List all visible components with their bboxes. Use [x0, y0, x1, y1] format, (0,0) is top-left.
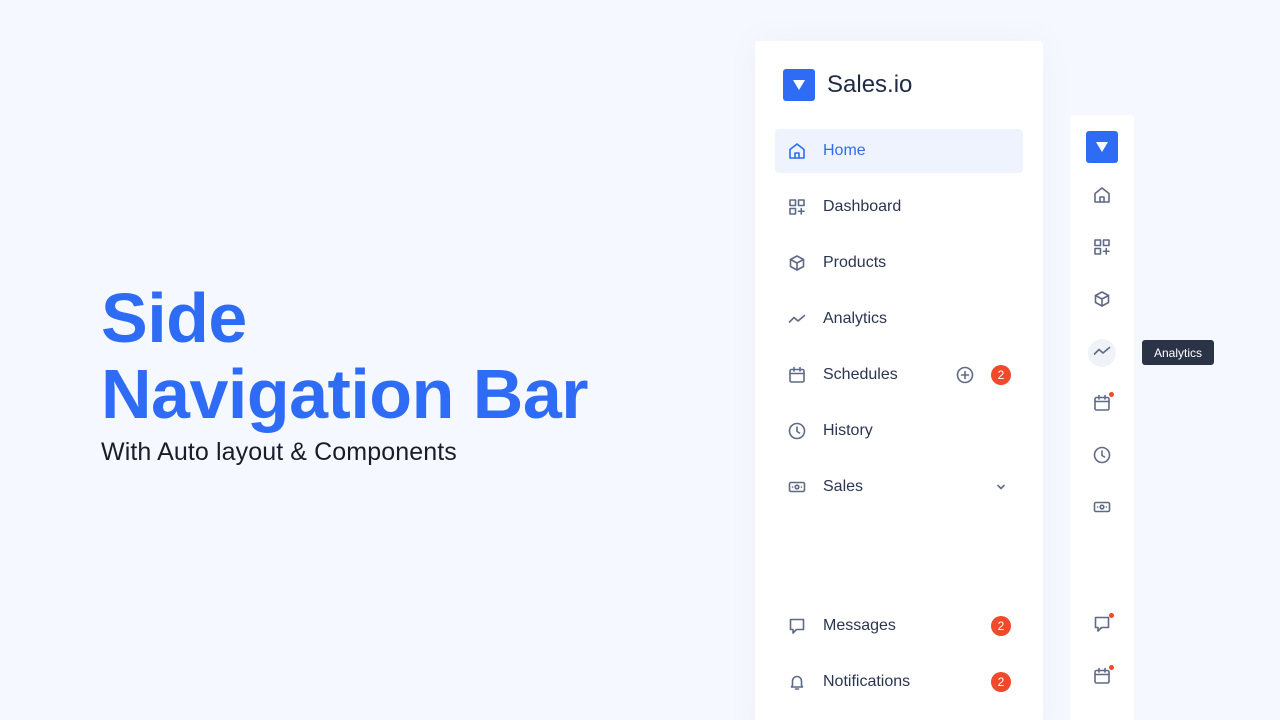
home-icon — [787, 141, 807, 161]
mini-item-dashboard[interactable] — [1088, 235, 1116, 263]
count-badge: 2 — [991, 672, 1011, 692]
brand[interactable]: Sales.io — [783, 69, 912, 101]
money-icon — [787, 477, 807, 497]
brand-name: Sales.io — [827, 71, 913, 98]
hero-title-line-1: Side — [101, 279, 247, 357]
expanded-sidebar: Sales.io Home Dashboard Products Analyti… — [755, 41, 1043, 720]
analytics-tooltip: Analytics — [1142, 340, 1215, 365]
nav-item-label: Messages — [823, 617, 896, 634]
mini-item-schedules[interactable] — [1088, 391, 1116, 419]
nav-item-trailing: 2 — [955, 365, 1011, 385]
add-schedule-button[interactable] — [955, 365, 975, 385]
nav-item-messages[interactable]: Messages 2 — [775, 604, 1023, 648]
nav-item-home[interactable]: Home — [775, 129, 1023, 173]
nav-item-sales[interactable]: Sales — [775, 465, 1023, 509]
nav-item-schedules[interactable]: Schedules 2 — [775, 353, 1023, 397]
notification-dot — [1109, 613, 1114, 618]
dashboard-icon — [1092, 237, 1112, 262]
box-icon — [1092, 289, 1112, 314]
nav-item-label: Schedules — [823, 366, 898, 383]
nav-item-label: Analytics — [823, 310, 888, 327]
nav-item-trailing — [991, 477, 1011, 497]
mini-item-products[interactable] — [1088, 287, 1116, 315]
nav-item-label: Sales — [823, 478, 864, 495]
nav-item-label: History — [823, 422, 873, 439]
hero-title-line-2: Navigation Bar — [101, 355, 589, 433]
count-badge: 2 — [991, 365, 1011, 385]
mini-item-analytics[interactable] — [1088, 339, 1116, 367]
mini-item-history[interactable] — [1088, 443, 1116, 471]
notification-dot — [1109, 665, 1114, 670]
count-badge: 2 — [991, 616, 1011, 636]
calendar-icon — [787, 365, 807, 385]
home-icon — [1092, 185, 1112, 210]
nav-item-label: Products — [823, 254, 887, 271]
clock-icon — [787, 421, 807, 441]
dashboard-icon — [787, 197, 807, 217]
box-icon — [787, 253, 807, 273]
logo-icon[interactable] — [1086, 131, 1118, 163]
chevron-down-icon[interactable] — [991, 477, 1011, 497]
logo-icon — [783, 69, 815, 101]
message-icon — [787, 616, 807, 636]
nav-item-label: Notifications — [823, 673, 911, 690]
nav-item-trailing: 2 — [991, 672, 1011, 692]
nav-item-trailing: 2 — [991, 616, 1011, 636]
nav-item-analytics[interactable]: Analytics — [775, 297, 1023, 341]
notification-dot — [1109, 392, 1114, 397]
mini-item-home[interactable] — [1088, 183, 1116, 211]
nav-item-dashboard[interactable]: Dashboard — [775, 185, 1023, 229]
nav-item-products[interactable]: Products — [775, 241, 1023, 285]
collapsed-sidebar — [1070, 115, 1134, 720]
mini-item-notifications[interactable] — [1088, 664, 1116, 692]
trend-icon — [787, 309, 807, 329]
mini-item-messages[interactable] — [1088, 612, 1116, 640]
hero: Side Navigation Bar With Auto layout & C… — [101, 279, 589, 467]
hero-title: Side Navigation Bar — [101, 279, 589, 433]
nav-item-label: Home — [823, 142, 866, 159]
mini-item-sales[interactable] — [1088, 495, 1116, 523]
hero-subtitle: With Auto layout & Components — [101, 438, 457, 466]
money-icon — [1092, 497, 1112, 522]
trend-icon — [1092, 341, 1112, 366]
nav-item-notifications[interactable]: Notifications 2 — [775, 660, 1023, 704]
nav-item-history[interactable]: History — [775, 409, 1023, 453]
nav-item-label: Dashboard — [823, 198, 902, 215]
bell-icon — [787, 672, 807, 692]
clock-icon — [1092, 445, 1112, 470]
